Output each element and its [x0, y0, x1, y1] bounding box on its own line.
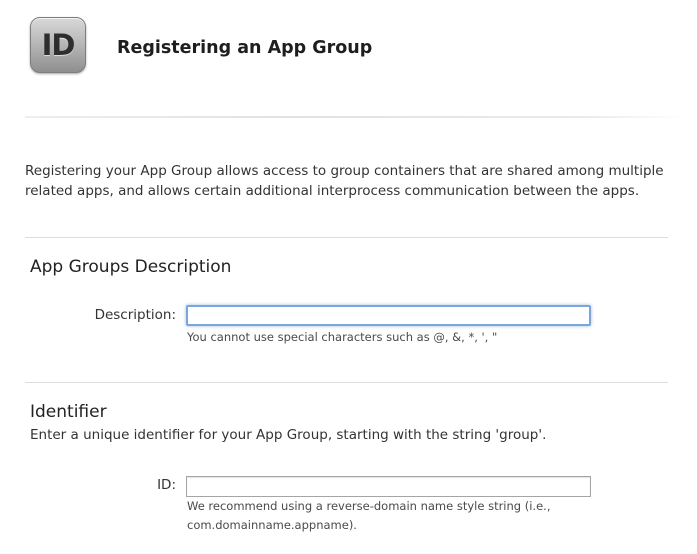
id-field-label: ID: [157, 477, 176, 493]
app-id-icon: ID [30, 17, 86, 73]
identifier-section-title: Identifier [30, 402, 107, 422]
description-field-label: Description: [94, 307, 176, 323]
description-section-title: App Groups Description [30, 257, 232, 277]
id-hint: We recommend using a reverse-domain name… [187, 499, 551, 532]
identifier-section-subtitle: Enter a unique identifier for your App G… [30, 427, 547, 443]
description-input[interactable] [186, 305, 591, 326]
id-input[interactable] [186, 476, 591, 497]
description-hint: You cannot use special characters such a… [187, 330, 498, 344]
intro-text: Registering your App Group allows access… [25, 163, 664, 199]
section-divider-description [25, 237, 668, 238]
page-header: ID Registering an App Group [0, 0, 697, 118]
app-id-icon-label: ID [41, 28, 76, 62]
section-divider-identifier [25, 382, 668, 383]
header-divider [25, 116, 685, 118]
app-group-registration-page: ID Registering an App Group Registering … [0, 0, 697, 554]
page-title: Registering an App Group [117, 38, 373, 58]
